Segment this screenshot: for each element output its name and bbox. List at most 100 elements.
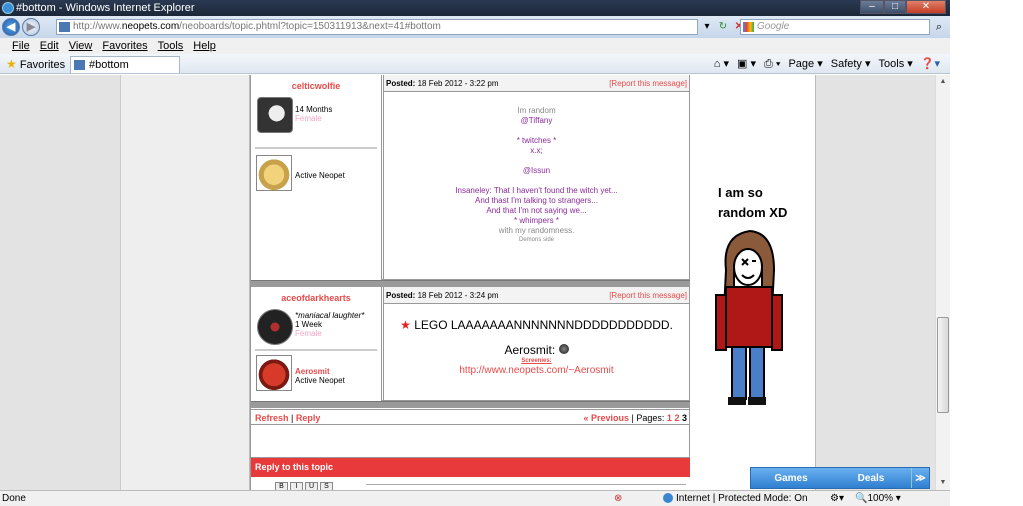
post-2: aceofdarkhearts *maniacal laughter* 1 We… [251,287,691,401]
vertical-scrollbar[interactable]: ▲ ▼ [935,75,950,490]
report-link[interactable]: [Report this message] [609,75,687,92]
post-body: ★ LEGO LAAAAAAANNNNNNNDDDDDDDDDDD. Aeros… [384,304,689,377]
post-separator [251,280,691,287]
protected-mode-icon[interactable]: ⚙▾ [830,491,844,506]
favorites-button[interactable]: ★ Favorites [6,56,65,72]
author-name[interactable]: aceofdarkhearts [251,287,381,303]
tools-menu[interactable]: Tools ▾ [879,56,913,72]
url-input[interactable]: http://www.neopets.com/neoboards/topic.p… [56,19,698,35]
back-button[interactable]: ◀ [2,18,20,36]
author-tagline: *maniacal laughter* [295,311,365,320]
safety-menu[interactable]: Safety ▾ [831,56,871,72]
menu-help[interactable]: Help [193,38,216,54]
zoom-level[interactable]: 🔍100% ▾ [855,491,901,506]
topic-footer: Refresh | Reply « Previous | Pages: 1 2 … [251,409,691,425]
star-icon: ★ [6,57,17,71]
reply-title: Reply to this topic [251,458,691,477]
divider [366,484,686,485]
google-icon [743,22,754,32]
deals-button[interactable]: Deals [831,468,911,488]
pet-row: Aerosmit Active Neopet [251,355,381,395]
reply-box: Reply to this topic B I U S [251,457,691,490]
print-icon[interactable]: ⎙ ▾ [764,56,780,72]
scrollbar-thumb[interactable] [937,317,949,413]
search-input[interactable]: Google [740,19,930,35]
post-line: And that I'm not saying we... [486,206,587,215]
url-domain: neopets.com [121,21,180,32]
right-margin [815,75,935,490]
site-favicon-icon [59,22,70,32]
post-message: Posted: 18 Feb 2012 - 3:24 pm [Report th… [383,287,689,401]
ie-icon [2,2,14,14]
minimize-button[interactable]: – [860,0,884,14]
author-name[interactable]: celticwolfie [251,75,381,91]
tab-title: #bottom [89,59,129,71]
left-sidebar [120,75,250,490]
menu-file[interactable]: File [12,38,30,54]
pet-status: Active Neopet [295,376,345,385]
dark-orb-icon [558,344,569,354]
help-icon[interactable]: ❓▾ [921,56,940,72]
posted-label: Posted: [386,79,416,88]
search-placeholder: Google [757,21,790,32]
close-button[interactable]: ✕ [906,0,946,14]
underline-button[interactable]: U [305,482,318,490]
post-line: ★ LEGO LAAAAAAANNNNNNNDDDDDDDDDDD. [384,318,689,332]
pet-name[interactable]: Aerosmit [295,367,345,376]
reply-link[interactable]: Reply [296,413,321,423]
drawing-text-line-1: I am so [718,185,763,200]
current-page: 3 [681,413,687,423]
previous-page-link[interactable]: « Previous [583,413,629,423]
maximize-button[interactable]: □ [884,0,906,14]
pet-image[interactable] [256,355,292,391]
games-button[interactable]: Games [751,468,831,488]
forward-button[interactable]: ▶ [22,18,40,36]
report-link[interactable]: [Report this message] [609,287,687,304]
menu-favorites[interactable]: Favorites [102,38,147,54]
search-icon[interactable]: ⌕ [932,19,946,35]
page-link-1[interactable]: 1 [667,413,672,423]
pet-info: Aerosmit Active Neopet [295,367,345,385]
post-author-panel: celticwolfie 14 Months Female Active Neo… [251,75,382,280]
menu-view[interactable]: View [69,38,93,54]
italic-button[interactable]: I [290,482,303,490]
post-line: Im random [517,106,556,115]
chevron-down-icon[interactable]: ≫ [911,468,929,488]
home-icon[interactable]: ⌂ ▾ [714,56,729,72]
post-line: Insaneley: That I haven't found the witc… [455,186,618,195]
strike-button[interactable]: S [320,482,333,490]
neoboard-topic: celticwolfie 14 Months Female Active Neo… [250,75,691,490]
post-separator [251,401,691,408]
zoom-text: 100% [867,493,894,504]
scroll-down-icon[interactable]: ▼ [936,476,950,490]
menu-edit[interactable]: Edit [40,38,59,54]
menu-tools[interactable]: Tools [158,38,184,54]
pet-image[interactable] [256,155,292,191]
page-menu[interactable]: Page ▾ [788,56,822,72]
refresh-icon[interactable]: ↻ [716,19,730,35]
post-header: Posted: 18 Feb 2012 - 3:24 pm [Report th… [384,287,689,304]
page-link-2[interactable]: 2 [674,413,679,423]
post-line: * whimpers * [514,216,559,225]
pet-status: Active Neopet [295,171,345,180]
account-age: 14 Months [295,105,333,114]
dropdown-arrow-icon[interactable]: ▾ [700,19,714,35]
refresh-link[interactable]: Refresh [255,413,289,423]
feeds-icon[interactable]: ▣ ▾ [737,56,756,72]
posted-date: 18 Feb 2012 - 3:22 pm [417,79,499,88]
url-prefix: http://www. [73,21,122,32]
security-zone[interactable]: Internet | Protected Mode: On [663,491,808,506]
divider [255,349,377,351]
signature-title: Aerosmit: [384,344,689,357]
window-title: #bottom - Windows Internet Explorer [16,2,195,14]
scroll-up-icon[interactable]: ▲ [936,75,950,89]
tab-bottom[interactable]: #bottom [70,56,180,73]
account-age: 1 Week [295,320,322,329]
command-bar: ⌂ ▾ ▣ ▾ ⎙ ▾ Page ▾ Safety ▾ Tools ▾ ❓▾ [714,56,940,72]
pagination: « Previous | Pages: 1 2 3 [583,410,687,426]
author-info: 14 Months Female [295,105,332,123]
bold-button[interactable]: B [275,482,288,490]
signature-link[interactable]: http://www.neopets.com/~Aerosmit [384,365,689,377]
